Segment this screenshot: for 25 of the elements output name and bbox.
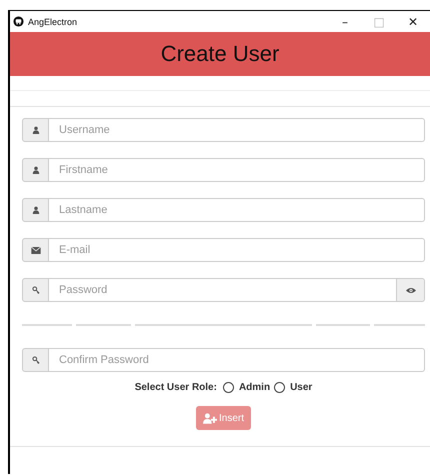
window-title: AngElectron (28, 16, 78, 26)
add-user-icon (202, 412, 217, 424)
show-password-button[interactable] (397, 278, 425, 302)
app-icon (13, 16, 24, 27)
key-icon (32, 286, 40, 294)
user-icon (32, 166, 40, 174)
radio-button[interactable] (222, 382, 234, 393)
key-icon (32, 356, 40, 364)
minimize-button[interactable]: – (328, 11, 362, 32)
envelope-icon (30, 246, 40, 254)
eye-icon (406, 286, 416, 294)
text-field[interactable]: Confirm Password (49, 348, 425, 372)
role-label: Select User Role: (134, 382, 217, 393)
text-field[interactable]: Firstname (49, 158, 425, 182)
radio-label[interactable]: User (290, 382, 312, 393)
text-field[interactable]: E-mail (49, 238, 425, 262)
radio-button[interactable] (274, 382, 286, 393)
user-icon (32, 126, 40, 134)
text-field[interactable]: Lastname (49, 198, 425, 222)
page-title: Create User (160, 41, 280, 67)
text-field[interactable]: Password (49, 278, 397, 302)
text-field[interactable]: Username (49, 118, 425, 142)
user-icon (32, 206, 40, 214)
radio-label[interactable]: Admin (238, 382, 270, 393)
close-button[interactable]: ✕ (396, 11, 430, 32)
